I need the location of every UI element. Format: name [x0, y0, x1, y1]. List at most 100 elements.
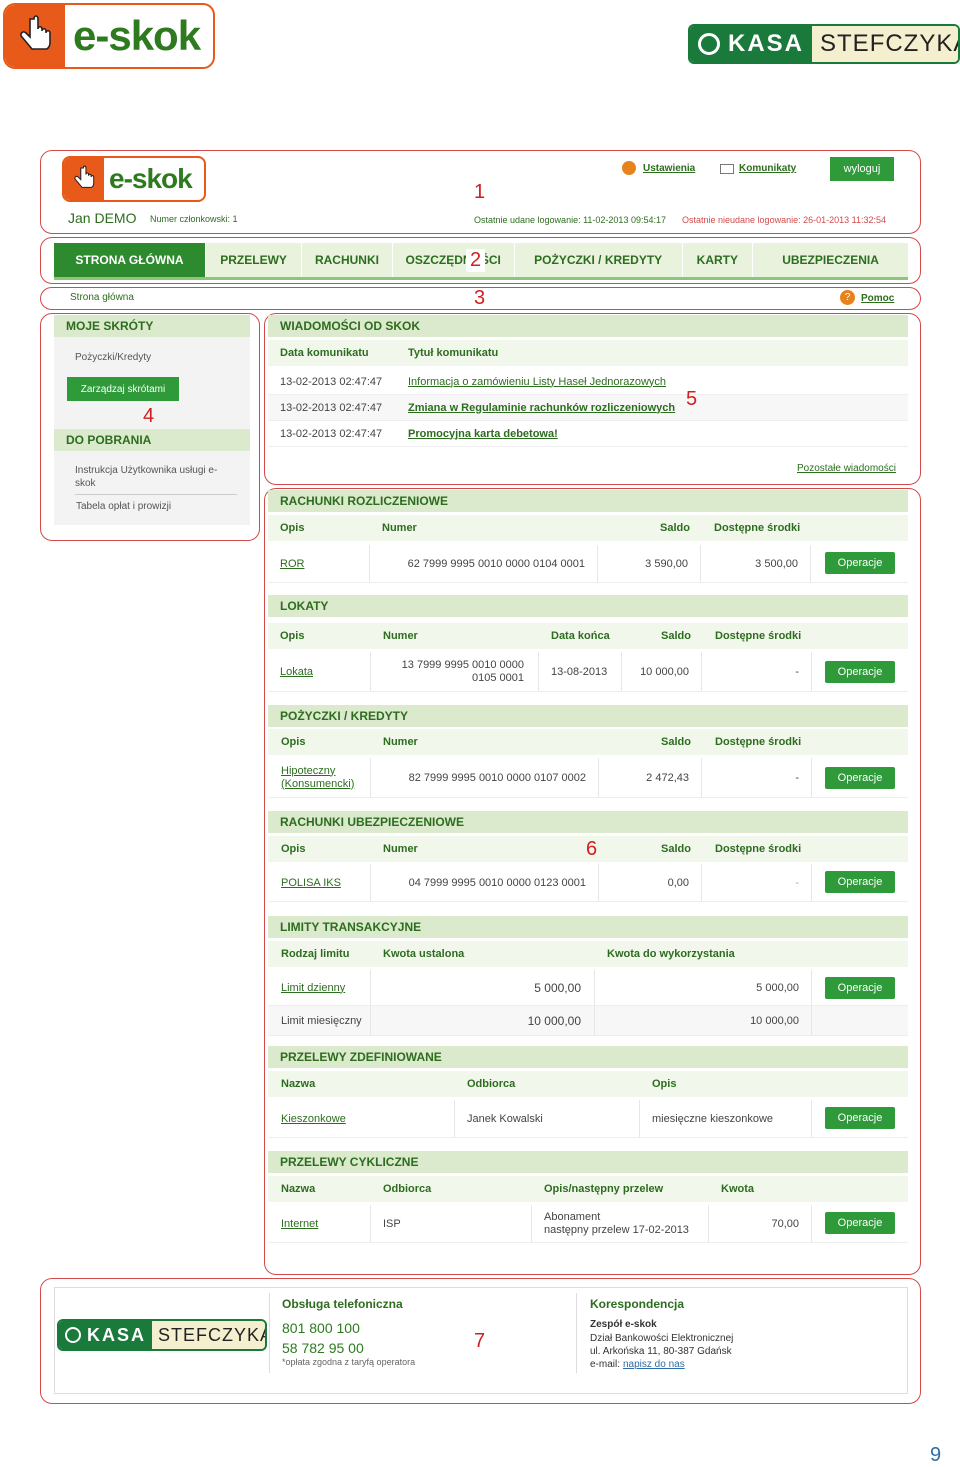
news-col-date: Data komunikatu: [280, 347, 369, 359]
account-number: 62 7999 9995 0010 0000 0104 0001: [407, 557, 585, 570]
defined-recipient: Janek Kowalski: [467, 1112, 543, 1125]
deposit-number-line-1: 13 7999 9995 0010 0000: [401, 658, 524, 671]
last-login-fail: Ostatnie nieudane logowanie: 26-01-2013 …: [682, 215, 886, 225]
hand-cursor-icon: [64, 158, 104, 200]
operations-button[interactable]: Operacje: [825, 767, 895, 789]
news-title-link[interactable]: Informacja o zamówieniu Listy Haseł Jedn…: [408, 369, 666, 394]
news-column-header: Data komunikatu Tytuł komunikatu: [268, 340, 908, 366]
phone-note: *opłata zgodna z taryfą operatora: [282, 1357, 416, 1367]
insurance-number: 04 7999 9995 0010 0000 0123 0001: [408, 876, 586, 889]
cyclic-desc: Abonament następny przelew 17-02-2013: [544, 1205, 689, 1242]
nav-loans[interactable]: POŻYCZKI / KREDYTY: [515, 243, 683, 277]
shortcut-item[interactable]: Pożyczki/Kredyty: [75, 352, 151, 363]
eskok-wordmark: e-skok: [73, 12, 201, 59]
col-desc-next: Opis/następny przelew: [544, 1183, 664, 1195]
news-date: 13-02-2013 02:47:47: [280, 427, 383, 440]
nav-insurance[interactable]: UBEZPIECZENIA: [753, 243, 908, 277]
col-number: Numer: [383, 843, 418, 855]
cyclic-name-link[interactable]: Internet: [281, 1205, 318, 1242]
loans-column-header: Opis Numer Saldo Dostępne środki: [268, 729, 908, 755]
col-limit-available: Kwota do wykorzystania: [607, 948, 735, 960]
limit-set-amount: 10 000,00: [527, 1013, 581, 1028]
deposit-desc-link[interactable]: Lokata: [280, 652, 313, 691]
cyclic-desc-line-1: Abonament: [544, 1210, 601, 1223]
col-number: Numer: [382, 522, 417, 534]
breadcrumb[interactable]: Strona główna: [70, 292, 134, 303]
kasa-wordmark: KASA: [728, 30, 805, 57]
operations-button[interactable]: Operacje: [825, 977, 895, 999]
callout-number-3: 3: [474, 287, 486, 309]
limit-available-amount: 5 000,00: [756, 981, 799, 994]
stefczyka-wordmark: STEFCZYKA: [158, 1324, 267, 1345]
operations-button[interactable]: Operacje: [825, 871, 895, 893]
more-news-link[interactable]: Pozostałe wiadomości: [797, 463, 896, 474]
cell-divider: [370, 1205, 371, 1242]
col-balance: Saldo: [661, 843, 691, 855]
cell-divider: [811, 970, 812, 1005]
kasa-emblem-icon: [698, 33, 720, 55]
col-amount: Kwota: [721, 1183, 754, 1195]
news-title-link[interactable]: Zmiana w Regulaminie rachunków rozliczen…: [408, 395, 675, 420]
cyclic-transfers-title: PRZELEWY CYKLICZNE: [268, 1151, 908, 1173]
col-desc: Opis: [280, 522, 305, 534]
help-link[interactable]: Pomoc: [861, 293, 894, 304]
loan-desc-link[interactable]: Hipoteczny (Konsumencki): [281, 758, 354, 797]
news-date: 13-02-2013 02:47:47: [280, 401, 383, 414]
nav-savings[interactable]: OSZCZĘDNOŚCI: [393, 243, 515, 277]
news-title-link[interactable]: Promocyjna karta debetowa!: [408, 421, 558, 446]
accounts-title: RACHUNKI ROZLICZENIOWE: [268, 490, 908, 512]
nav-home[interactable]: STRONA GŁÓWNA: [54, 243, 206, 277]
mail-department: Dział Bankowości Elektronicznej: [590, 1333, 734, 1344]
col-recipient: Odbiorca: [383, 1183, 432, 1195]
operations-button[interactable]: Operacje: [825, 661, 895, 683]
deposit-balance: 10 000,00: [640, 665, 689, 678]
defined-desc: miesięczne kieszonkowe: [652, 1112, 774, 1125]
col-available: Dostępne środki: [714, 522, 801, 534]
table-row: Limit miesięczny 10 000,00 10 000,00: [268, 1006, 908, 1036]
manage-shortcuts-button[interactable]: Zarządzaj skrótami: [67, 377, 179, 401]
help-icon[interactable]: ?: [840, 290, 855, 305]
table-row: ROR 62 7999 9995 0010 0000 0104 0001 3 5…: [268, 545, 908, 583]
defined-name-link[interactable]: Kieszonkowe: [281, 1100, 346, 1137]
insurance-available: -: [795, 876, 799, 889]
eskok-wordmark: e-skok: [109, 163, 193, 194]
footer-kasa-logo: KASA STEFCZYKA: [57, 1319, 267, 1351]
downloads-title: DO POBRANIA: [54, 429, 250, 451]
col-limit-set: Kwota ustalona: [383, 948, 465, 960]
insurance-desc-link[interactable]: POLISA IKS: [281, 864, 341, 901]
callout-number-5: 5: [686, 388, 698, 410]
deposit-number-line-2: 0105 0001: [472, 671, 524, 684]
settings-link[interactable]: Ustawienia: [643, 163, 695, 174]
loan-balance: 2 472,43: [646, 771, 689, 784]
account-desc-link[interactable]: ROR: [280, 545, 304, 582]
callout-number-4: 4: [143, 405, 155, 427]
cell-divider: [531, 1205, 532, 1242]
defined-transfers-title: PRZELEWY ZDEFINIOWANE: [268, 1046, 908, 1068]
logout-button[interactable]: wyloguj: [830, 157, 894, 181]
limit-type-link[interactable]: Limit dzienny: [281, 970, 345, 1005]
cyclic-desc-line-2: następny przelew 17-02-2013: [544, 1223, 689, 1236]
operations-button[interactable]: Operacje: [825, 1212, 895, 1234]
cyclic-column-header: Nazwa Odbiorca Opis/następny przelew Kwo…: [268, 1176, 908, 1202]
gear-icon[interactable]: [622, 161, 636, 175]
deposit-end-date: 13-08-2013: [551, 665, 608, 678]
insurance-title: RACHUNKI UBEZPIECZENIOWE: [268, 811, 908, 833]
cell-divider: [454, 1100, 455, 1137]
eskok-inner-logo: e-skok: [62, 156, 206, 202]
operations-button[interactable]: Operacje: [825, 1107, 895, 1129]
stefczyka-wordmark: STEFCZYKA: [820, 30, 960, 57]
contact-us-link[interactable]: napisz do nas: [623, 1359, 685, 1370]
nav-transfers[interactable]: PRZELEWY: [206, 243, 303, 277]
col-balance: Saldo: [661, 630, 691, 642]
col-desc: Opis: [281, 736, 306, 748]
operations-button[interactable]: Operacje: [825, 552, 895, 574]
nav-cards[interactable]: KARTY: [683, 243, 754, 277]
messages-link[interactable]: Komunikaty: [739, 163, 796, 174]
envelope-icon[interactable]: [720, 164, 734, 174]
callout-number-1: 1: [474, 181, 486, 203]
nav-accounts[interactable]: RACHUNKI: [302, 243, 393, 277]
mail-team: Zespół e-skok: [590, 1319, 657, 1330]
download-manual[interactable]: Instrukcja Użytkownika usługi e-skok: [75, 464, 225, 490]
col-desc: Opis: [281, 843, 306, 855]
download-fees[interactable]: Tabela opłat i prowizji: [76, 501, 171, 512]
